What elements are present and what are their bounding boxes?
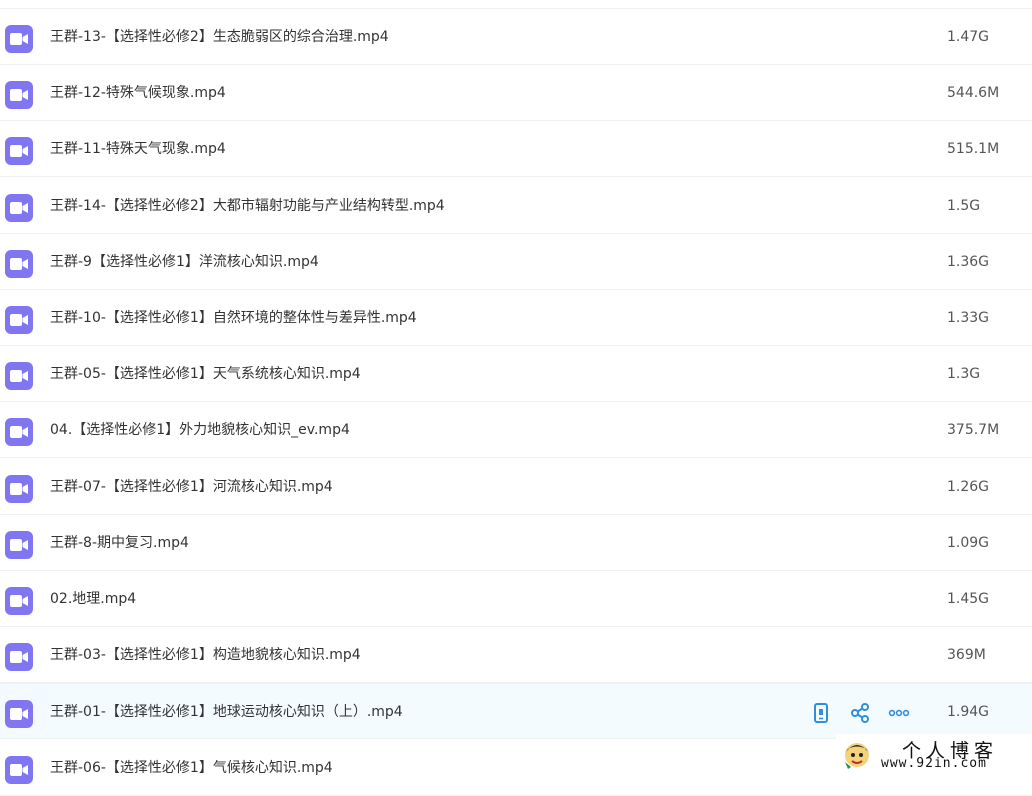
file-size: 1.5G — [947, 198, 981, 214]
file-name[interactable]: 王群-03-【选择性必修1】构造地貌核心知识.mp4 — [50, 646, 361, 664]
file-row[interactable]: 王群-11-特殊天气现象.mp4 515.1M — [0, 121, 1032, 177]
video-file-icon — [5, 81, 33, 109]
more-icon[interactable] — [888, 702, 910, 724]
file-size: 544.6M — [947, 85, 1000, 101]
video-file-icon — [5, 137, 33, 165]
file-name[interactable]: 王群-9【选择性必修1】洋流核心知识.mp4 — [50, 253, 319, 271]
file-name[interactable]: 王群-12-特殊气候现象.mp4 — [50, 84, 226, 102]
file-row[interactable]: 王群-01-【选择性必修1】地球运动核心知识（上）.mp4 1.94G — [0, 683, 1032, 739]
file-size: 1.09G — [947, 535, 990, 551]
file-name[interactable]: 王群-14-【选择性必修2】大都市辐射功能与产业结构转型.mp4 — [50, 197, 445, 215]
file-row[interactable]: 王群-07-【选择性必修1】河流核心知识.mp4 1.26G — [0, 459, 1032, 515]
file-name[interactable]: 王群-01-【选择性必修1】地球运动核心知识（上）.mp4 — [50, 703, 403, 721]
video-file-icon — [5, 418, 33, 446]
file-size: 1.45G — [947, 591, 990, 607]
file-name[interactable]: 王群-8-期中复习.mp4 — [50, 534, 189, 552]
video-file-icon — [5, 700, 33, 728]
video-file-icon — [5, 475, 33, 503]
file-row[interactable]: 王群-9【选择性必修1】洋流核心知识.mp4 1.36G — [0, 234, 1032, 290]
video-file-icon — [5, 306, 33, 334]
video-file-icon — [5, 362, 33, 390]
video-file-icon — [5, 531, 33, 559]
file-name[interactable]: 王群-07-【选择性必修1】河流核心知识.mp4 — [50, 478, 333, 496]
file-size: 1.26G — [947, 479, 990, 495]
watermark: 个人博客 www.92in.com — [836, 734, 1032, 777]
file-row[interactable]: 王群-05-【选择性必修1】天气系统核心知识.mp4 1.3G — [0, 346, 1032, 402]
file-name[interactable]: 04.【选择性必修1】外力地貌核心知识_ev.mp4 — [50, 421, 350, 439]
file-row[interactable]: 02.地理.mp4 1.45G — [0, 571, 1032, 627]
phone-icon[interactable] — [810, 702, 832, 724]
file-row[interactable]: 王群-13-【选择性必修2】生态脆弱区的综合治理.mp4 1.47G — [0, 9, 1032, 65]
file-size: 1.3G — [947, 366, 981, 382]
share-icon[interactable] — [849, 702, 871, 724]
file-row[interactable]: 王群-12-特殊气候现象.mp4 544.6M — [0, 65, 1032, 121]
row-actions — [808, 702, 918, 724]
file-name[interactable]: 王群-06-【选择性必修1】气候核心知识.mp4 — [50, 759, 333, 777]
file-size: 375.7M — [947, 422, 1000, 438]
file-name[interactable]: 王群-13-【选择性必修2】生态脆弱区的综合治理.mp4 — [50, 28, 389, 46]
video-file-icon — [5, 587, 33, 615]
watermark-url: www.92in.com — [881, 756, 987, 771]
file-row[interactable]: 王群-03-【选择性必修1】构造地貌核心知识.mp4 369M — [0, 627, 1032, 683]
file-size: 1.94G — [947, 704, 990, 720]
video-file-icon — [5, 194, 33, 222]
file-size: 1.33G — [947, 310, 990, 326]
video-file-icon — [5, 25, 33, 53]
file-size: 1.47G — [947, 29, 990, 45]
video-file-icon — [5, 756, 33, 784]
file-name[interactable]: 王群-11-特殊天气现象.mp4 — [50, 140, 226, 158]
file-name[interactable]: 王群-05-【选择性必修1】天气系统核心知识.mp4 — [50, 365, 361, 383]
file-row[interactable]: 04.【选择性必修1】外力地貌核心知识_ev.mp4 375.7M — [0, 402, 1032, 458]
file-size: 515.1M — [947, 141, 1000, 157]
video-file-icon — [5, 643, 33, 671]
file-row[interactable]: 王群-10-【选择性必修1】自然环境的整体性与差异性.mp4 1.33G — [0, 290, 1032, 346]
file-size: 1.36G — [947, 254, 990, 270]
file-size: 369M — [947, 647, 986, 663]
file-row[interactable]: 王群-8-期中复习.mp4 1.09G — [0, 515, 1032, 571]
watermark-logo-icon — [845, 743, 869, 769]
file-row[interactable]: 王群-14-【选择性必修2】大都市辐射功能与产业结构转型.mp4 1.5G — [0, 178, 1032, 234]
file-name[interactable]: 02.地理.mp4 — [50, 590, 136, 608]
file-name[interactable]: 王群-10-【选择性必修1】自然环境的整体性与差异性.mp4 — [50, 309, 417, 327]
video-file-icon — [5, 250, 33, 278]
